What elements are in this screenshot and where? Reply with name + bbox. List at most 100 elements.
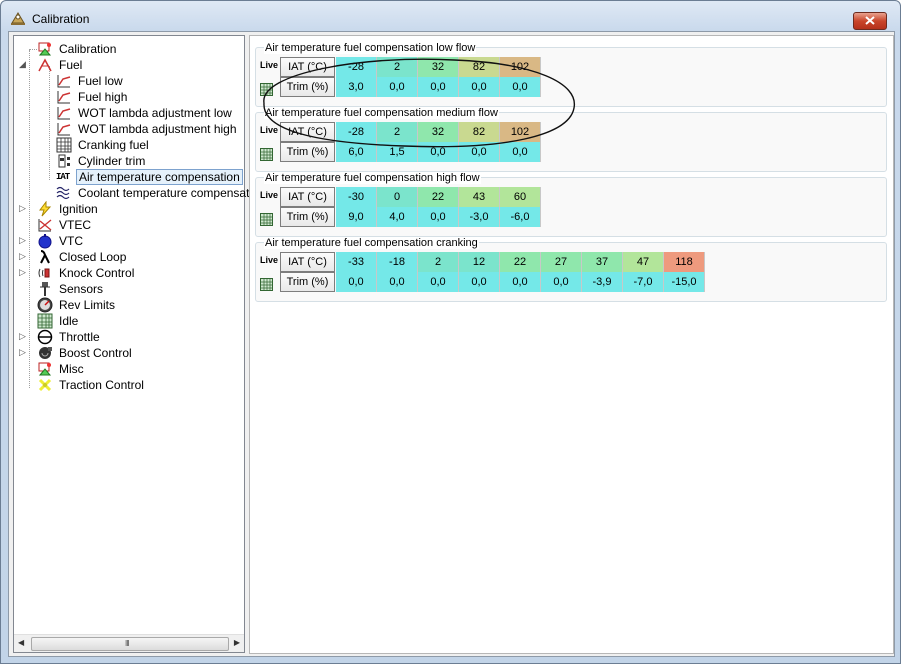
tree-horizontal-scrollbar[interactable]: ◀ III ▶ <box>14 634 244 652</box>
trim-cell[interactable]: 0,0 <box>500 142 541 162</box>
iat-cell[interactable]: -30 <box>336 187 377 207</box>
table-grid-icon[interactable] <box>260 83 273 96</box>
trim-cell[interactable]: 0,0 <box>500 272 541 292</box>
trim-cell[interactable]: -6,0 <box>500 207 541 227</box>
iat-cell[interactable]: 60 <box>500 187 541 207</box>
iat-cell[interactable]: 2 <box>377 122 418 142</box>
iat-cell[interactable]: 102 <box>500 57 541 77</box>
iat-cell[interactable]: -28 <box>336 122 377 142</box>
iat-cell[interactable]: -33 <box>336 252 377 272</box>
iat-cell[interactable]: 82 <box>459 57 500 77</box>
table-grid-icon[interactable] <box>260 148 273 161</box>
trim-cell[interactable]: 0,0 <box>377 272 418 292</box>
table-grid-icon <box>56 137 72 153</box>
iat-cell[interactable]: 47 <box>623 252 664 272</box>
trim-cell[interactable]: 0,0 <box>459 77 500 97</box>
map-curve-icon <box>57 75 71 88</box>
trim-row: Trim (%) 3,0 0,0 0,0 0,0 0,0 <box>280 77 541 97</box>
iat-cell[interactable]: 22 <box>418 187 459 207</box>
trim-cell[interactable]: 0,0 <box>418 207 459 227</box>
iat-cell[interactable]: 43 <box>459 187 500 207</box>
trim-cell[interactable]: 6,0 <box>336 142 377 162</box>
trim-row: Trim (%) 6,0 1,5 0,0 0,0 0,0 <box>280 142 541 162</box>
trim-cell[interactable]: 0,0 <box>459 142 500 162</box>
trim-cell[interactable]: -3,0 <box>459 207 500 227</box>
tree-item-label: Closed Loop <box>59 250 127 264</box>
close-icon <box>865 16 875 25</box>
expand-toggle[interactable]: ▷ <box>19 204 28 213</box>
trim-row-header-button[interactable]: Trim (%) <box>280 142 335 162</box>
tree-item-label: Throttle <box>59 330 100 344</box>
calibration-window: Calibration Calibration ◢ Fuel Fuel low … <box>0 0 901 664</box>
map-curve-icon <box>57 91 71 104</box>
iat-cell[interactable]: -18 <box>377 252 418 272</box>
table-grid-icon[interactable] <box>260 213 273 226</box>
live-indicator[interactable]: Live <box>260 125 278 135</box>
iat-row-header-button[interactable]: IAT (°C) <box>280 187 335 207</box>
knock-sensor-icon <box>38 268 50 278</box>
table-grid-icon <box>37 313 53 329</box>
trim-cell[interactable]: 0,0 <box>500 77 541 97</box>
iat-row-header-button[interactable]: IAT (°C) <box>280 57 335 77</box>
iat-cell[interactable]: 37 <box>582 252 623 272</box>
iat-cell[interactable]: -28 <box>336 57 377 77</box>
table-title: Air temperature fuel compensation low fl… <box>264 42 477 54</box>
live-indicator[interactable]: Live <box>260 190 278 200</box>
iat-cell[interactable]: 102 <box>500 122 541 142</box>
trim-cell[interactable]: -15,0 <box>664 272 705 292</box>
scroll-right-arrow-icon[interactable]: ▶ <box>234 638 240 647</box>
scrollbar-thumb[interactable]: III <box>31 637 229 651</box>
trim-row-header-button[interactable]: Trim (%) <box>280 77 335 97</box>
iat-cell[interactable]: 0 <box>377 187 418 207</box>
iat-cell[interactable]: 2 <box>418 252 459 272</box>
tachometer-icon <box>37 297 53 313</box>
trim-cell[interactable]: 3,0 <box>336 77 377 97</box>
iat-cell[interactable]: 118 <box>664 252 705 272</box>
iat-cell[interactable]: 2 <box>377 57 418 77</box>
trim-cell[interactable]: 9,0 <box>336 207 377 227</box>
iat-cell[interactable]: 12 <box>459 252 500 272</box>
iat-cell[interactable]: 27 <box>541 252 582 272</box>
trim-cell[interactable]: 0,0 <box>336 272 377 292</box>
table-grid-icon[interactable] <box>260 278 273 291</box>
trim-row-header-button[interactable]: Trim (%) <box>280 207 335 227</box>
expand-toggle[interactable]: ▷ <box>19 348 28 357</box>
trim-cell[interactable]: 1,5 <box>377 142 418 162</box>
trim-row-header-button[interactable]: Trim (%) <box>280 272 335 292</box>
table-title: Air temperature fuel compensation medium… <box>264 107 499 119</box>
scroll-left-arrow-icon[interactable]: ◀ <box>18 638 24 647</box>
tree-item-label: Misc <box>59 362 84 376</box>
expand-toggle[interactable]: ▷ <box>19 268 28 277</box>
iat-cell[interactable]: 32 <box>418 122 459 142</box>
iat-cell[interactable]: 82 <box>459 122 500 142</box>
scrollbar-grip: III <box>125 639 130 648</box>
live-indicator[interactable]: Live <box>260 60 278 70</box>
live-indicator[interactable]: Live <box>260 255 278 265</box>
expand-toggle[interactable]: ▷ <box>19 332 28 341</box>
title-bar[interactable]: Calibration <box>1 1 900 35</box>
trim-cell[interactable]: -7,0 <box>623 272 664 292</box>
navigation-tree[interactable]: Calibration ◢ Fuel Fuel low Fuel high WO… <box>13 35 265 653</box>
trim-cell[interactable]: 0,0 <box>418 272 459 292</box>
expand-toggle[interactable]: ▷ <box>19 252 28 261</box>
iat-row: IAT (°C) -28 2 32 82 102 <box>280 57 541 77</box>
tree-item-label: Rev Limits <box>59 298 116 312</box>
trim-cell[interactable]: 0,0 <box>541 272 582 292</box>
tree-item-label: Cranking fuel <box>78 138 149 152</box>
trim-cell[interactable]: 0,0 <box>418 77 459 97</box>
collapse-toggle[interactable]: ◢ <box>19 60 28 69</box>
iat-row-header-button[interactable]: IAT (°C) <box>280 252 335 272</box>
trim-cell[interactable]: 0,0 <box>418 142 459 162</box>
iat-cell[interactable]: 22 <box>500 252 541 272</box>
traction-icon <box>38 378 52 392</box>
trim-cell[interactable]: 0,0 <box>377 77 418 97</box>
iat-row-header-button[interactable]: IAT (°C) <box>280 122 335 142</box>
close-button[interactable] <box>853 12 887 30</box>
table-title: Air temperature fuel compensation cranki… <box>264 237 479 249</box>
tree-item-label: WOT lambda adjustment low <box>78 106 232 120</box>
expand-toggle[interactable]: ▷ <box>19 236 28 245</box>
trim-cell[interactable]: 0,0 <box>459 272 500 292</box>
trim-cell[interactable]: -3,9 <box>582 272 623 292</box>
trim-cell[interactable]: 4,0 <box>377 207 418 227</box>
iat-cell[interactable]: 32 <box>418 57 459 77</box>
